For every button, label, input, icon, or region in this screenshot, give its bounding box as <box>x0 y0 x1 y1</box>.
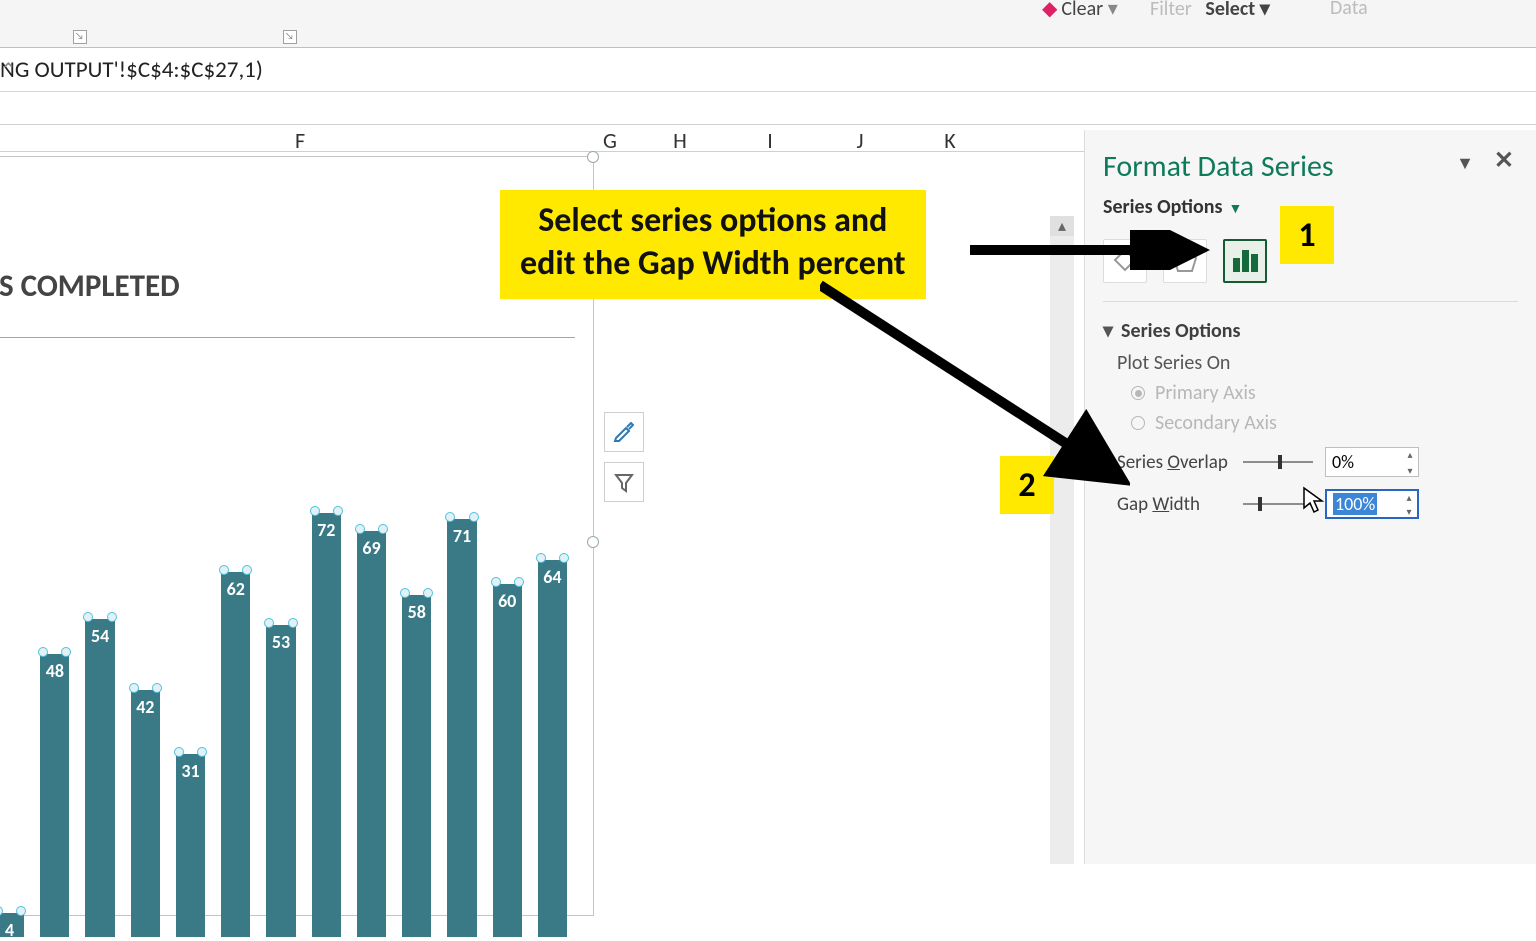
data-bar[interactable]: 54 <box>85 619 114 937</box>
chevron-down-icon: ▼ <box>1228 200 1242 217</box>
col-header[interactable]: I <box>730 127 810 154</box>
series-options-tab[interactable] <box>1223 239 1267 283</box>
overlap-value: 0% <box>1332 451 1354 473</box>
data-label: 60 <box>498 590 516 612</box>
col-header[interactable]: G <box>570 127 650 154</box>
scroll-up-icon[interactable]: ▴ <box>1050 216 1074 236</box>
data-bar[interactable]: 53 <box>266 625 295 937</box>
data-label: 58 <box>408 601 426 623</box>
data-bar[interactable]: 31 <box>176 754 205 937</box>
series-options-section[interactable]: ▾Series Options <box>1103 318 1518 343</box>
primary-axis-radio: Primary Axis <box>1131 381 1518 405</box>
plot-area[interactable]: 4 48 54 42 31 62 53 72 69 58 71 60 64 <box>0 337 575 937</box>
gap-width-spinner[interactable]: 100% ▴ ▾ <box>1325 489 1419 519</box>
data-bar[interactable]: 60 <box>493 584 522 937</box>
col-header[interactable]: H <box>640 127 720 154</box>
series-overlap-control[interactable]: Series Overlap 0% ▴ ▾ <box>1117 447 1518 477</box>
data-bar[interactable]: 72 <box>312 513 341 937</box>
overlap-spinner[interactable]: 0% ▴ ▾ <box>1325 447 1419 477</box>
selection-handle[interactable] <box>587 151 599 163</box>
spin-down-icon[interactable]: ▾ <box>1403 505 1415 517</box>
eraser-icon: ◆ <box>1042 0 1057 21</box>
annotation-badge-1: 1 <box>1280 206 1334 264</box>
series-overlap-label: Series Overlap <box>1117 451 1231 474</box>
dialog-launcher-icon[interactable] <box>283 30 297 44</box>
col-header[interactable]: J <box>820 127 900 154</box>
col-header[interactable]: F <box>260 127 340 154</box>
plot-series-on-label: Plot Series On <box>1117 351 1518 375</box>
data-label: 31 <box>181 760 199 782</box>
data-button[interactable]: Data <box>1330 0 1390 20</box>
vertical-scrollbar[interactable]: ▴ <box>1050 216 1074 864</box>
gap-width-label: Gap Width <box>1117 493 1231 516</box>
col-header[interactable]: K <box>910 127 990 154</box>
filter-button[interactable]: Filter <box>1150 0 1192 21</box>
close-icon[interactable]: ✕ <box>1494 146 1514 175</box>
data-label: 69 <box>362 537 380 559</box>
clear-button[interactable]: ◆Clear ▾ <box>1042 0 1118 21</box>
select-button[interactable]: Select ▾ <box>1205 0 1269 21</box>
data-label: 71 <box>453 525 471 547</box>
dropdown-caret-icon: ▾ <box>1108 0 1118 21</box>
data-bar[interactable]: 62 <box>221 572 250 937</box>
spin-up-icon[interactable]: ▴ <box>1403 491 1415 503</box>
chart-styles-button[interactable] <box>604 412 644 452</box>
chevron-down-icon: ▾ <box>1103 319 1113 343</box>
bar-series[interactable]: 4 48 54 42 31 62 53 72 69 58 71 60 64 <box>0 348 567 937</box>
selection-handle[interactable] <box>587 536 599 548</box>
pane-dropdown-icon[interactable]: ▼ <box>1456 152 1474 174</box>
editing-tools: Filter Select ▾ Data <box>1150 0 1270 21</box>
spin-up-icon[interactable]: ▴ <box>1404 448 1416 460</box>
spin-down-icon[interactable]: ▾ <box>1404 464 1416 476</box>
chart-filter-button[interactable] <box>604 462 644 502</box>
brush-icon <box>612 420 636 444</box>
data-label: 64 <box>543 566 561 588</box>
annotation-callout: Select series options and edit the Gap W… <box>500 190 926 299</box>
data-label: 62 <box>227 578 245 600</box>
data-bar[interactable]: 48 <box>40 654 69 937</box>
data-label: 54 <box>91 625 109 647</box>
secondary-axis-radio: Secondary Axis <box>1131 411 1518 435</box>
fill-and-line-tab[interactable] <box>1103 239 1147 283</box>
annotation-badge-2: 2 <box>1000 456 1054 514</box>
formula-bar[interactable]: NG OUTPUT'!$C$4:$C$27,1) ⌃ <box>0 48 1536 92</box>
data-label: 4 <box>5 919 14 941</box>
radio-icon <box>1131 386 1145 400</box>
data-label: 53 <box>272 631 290 653</box>
chart-title[interactable]: S COMPLETED <box>0 267 180 305</box>
data-bar[interactable]: 58 <box>402 595 431 937</box>
mouse-cursor-icon <box>1302 486 1324 521</box>
pane-divider <box>1103 301 1518 302</box>
data-bar[interactable]: 69 <box>357 531 386 937</box>
data-bar[interactable]: 71 <box>447 519 476 937</box>
overlap-slider[interactable] <box>1243 455 1313 469</box>
bar-chart-icon <box>1232 250 1259 272</box>
effects-tab[interactable] <box>1163 239 1207 283</box>
data-label: 72 <box>317 519 335 541</box>
dialog-launcher-icon[interactable] <box>73 30 87 44</box>
gap-width-value: 100% <box>1333 493 1377 515</box>
data-bar[interactable]: 4 <box>0 913 24 937</box>
data-label: 48 <box>46 660 64 682</box>
data-bar[interactable]: 64 <box>538 560 567 937</box>
pentagon-icon <box>1171 247 1199 275</box>
paint-bucket-icon <box>1111 247 1139 275</box>
ribbon-groups: ◆Clear ▾ Filter Select ▾ Data Number Sty… <box>0 0 1536 48</box>
radio-icon <box>1131 416 1145 430</box>
formula-bar-expand-icon[interactable]: ⌃ <box>0 58 1524 83</box>
data-label: 42 <box>136 696 154 718</box>
funnel-icon <box>612 470 636 494</box>
data-bar[interactable]: 42 <box>131 690 160 937</box>
